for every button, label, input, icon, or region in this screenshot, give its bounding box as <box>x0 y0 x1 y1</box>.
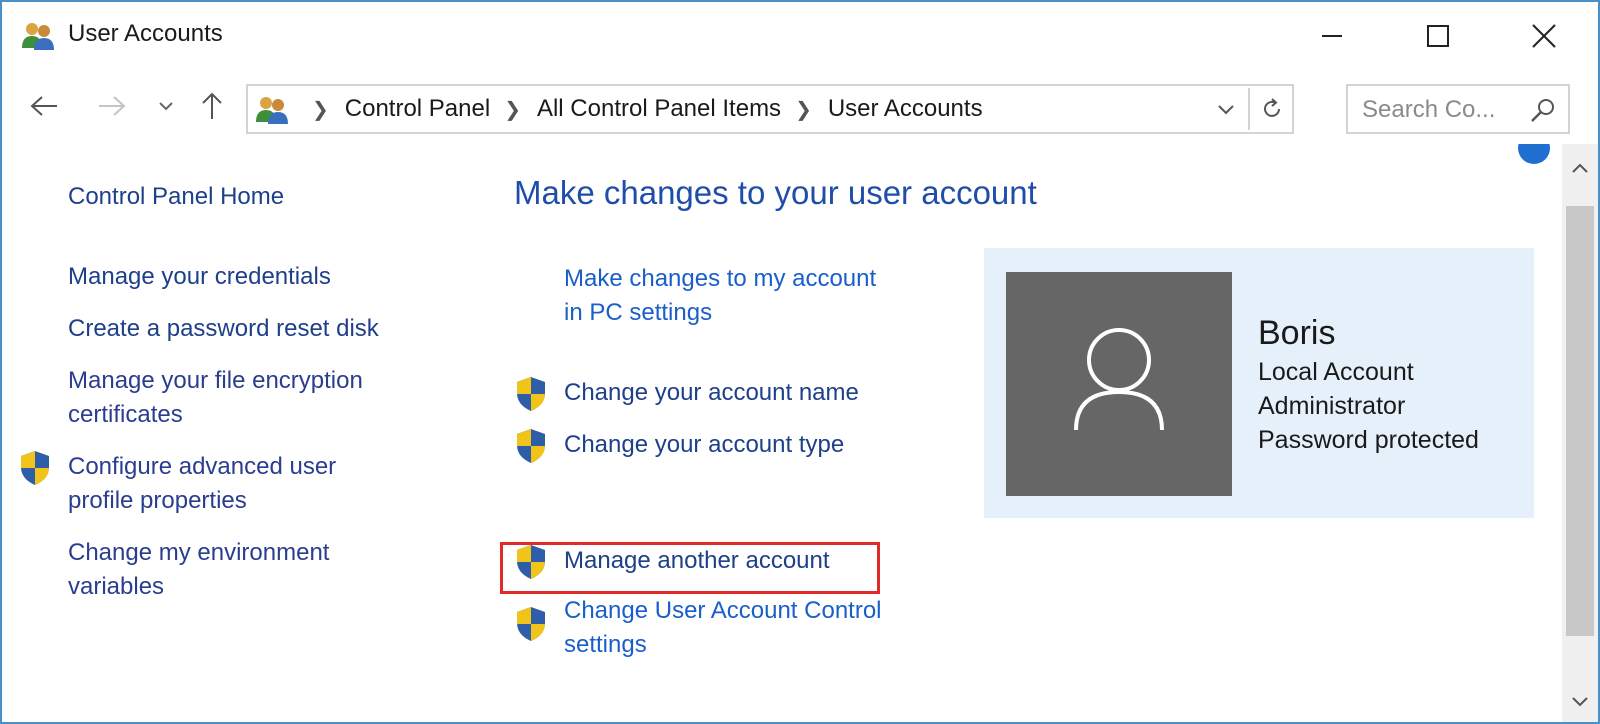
chevron-down-icon <box>1218 105 1234 115</box>
breadcrumb-all-control-panel-items[interactable]: All Control Panel Items <box>537 95 781 123</box>
refresh-icon <box>1264 98 1280 117</box>
configure-advanced-user-profile-link[interactable]: Configure advanced user profile properti… <box>68 450 336 518</box>
address-bar[interactable]: ❯ Control Panel ❯ All Control Panel Item… <box>246 84 1294 134</box>
user-accounts-icon <box>22 23 54 50</box>
scroll-down-button[interactable] <box>1562 684 1598 720</box>
maximize-button[interactable] <box>1408 12 1468 60</box>
window-title: User Accounts <box>68 20 223 47</box>
minimize-icon <box>1322 35 1342 37</box>
user-accounts-window: User Accounts ❯ Control Panel ❯ All Cont… <box>0 0 1600 724</box>
manage-file-encryption-link[interactable]: Manage your file encryption certificates <box>68 364 363 432</box>
manage-credentials-link[interactable]: Manage your credentials <box>68 260 331 294</box>
chevron-down-icon <box>159 102 173 111</box>
breadcrumb-control-panel[interactable]: Control Panel <box>345 95 490 123</box>
help-icon <box>1518 144 1550 164</box>
title-bar: User Accounts <box>2 2 1598 70</box>
link-line: Manage your file encryption <box>68 367 363 394</box>
breadcrumb: ❯ Control Panel ❯ All Control Panel Item… <box>298 86 983 132</box>
arrow-right-icon <box>99 96 126 116</box>
breadcrumb-separator-icon[interactable]: ❯ <box>312 97 329 122</box>
manage-another-account-link[interactable]: Manage another account <box>564 544 830 578</box>
user-name: Boris <box>1258 314 1336 352</box>
create-password-reset-disk-link[interactable]: Create a password reset disk <box>68 312 379 346</box>
chevron-up-icon <box>1572 163 1588 173</box>
password-status: Password protected <box>1258 426 1479 454</box>
uac-shield-icon <box>517 377 545 411</box>
link-line: Make changes to my account <box>564 265 877 292</box>
change-account-name-link[interactable]: Change your account name <box>564 376 859 410</box>
change-uac-settings-link[interactable]: Change User Account Control settings <box>564 594 882 662</box>
minimize-button[interactable] <box>1302 12 1362 60</box>
breadcrumb-user-accounts[interactable]: User Accounts <box>828 95 983 123</box>
close-icon <box>1532 24 1556 48</box>
content-area: Control Panel Home Manage your credentia… <box>2 144 1562 722</box>
search-input[interactable] <box>1360 92 1524 128</box>
avatar <box>1006 272 1232 496</box>
scroll-up-button[interactable] <box>1562 150 1598 186</box>
link-line: in PC settings <box>564 299 713 326</box>
navigation-bar: ❯ Control Panel ❯ All Control Panel Item… <box>2 72 1598 142</box>
uac-shield-icon <box>21 451 49 485</box>
chevron-down-icon <box>1572 697 1588 707</box>
link-line: variables <box>68 573 165 600</box>
search-box[interactable] <box>1346 84 1570 134</box>
page-title: Make changes to your user account <box>514 174 1037 211</box>
user-accounts-icon <box>256 97 288 124</box>
arrow-left-icon <box>30 96 57 116</box>
link-line: Change my environment <box>68 539 330 566</box>
address-dropdown-button[interactable] <box>1208 90 1244 128</box>
link-line: certificates <box>68 401 183 428</box>
uac-shield-icon <box>517 429 545 463</box>
forward-button[interactable] <box>90 86 134 126</box>
refresh-button[interactable] <box>1248 88 1294 130</box>
account-role: Administrator <box>1258 392 1406 420</box>
maximize-icon <box>1427 25 1449 47</box>
user-info-card: Boris Local Account Administrator Passwo… <box>984 248 1534 518</box>
search-icon <box>1531 99 1554 122</box>
change-account-type-link[interactable]: Change your account type <box>564 428 844 462</box>
link-line: Configure advanced user <box>68 453 337 480</box>
arrow-up-icon <box>202 92 222 119</box>
up-button[interactable] <box>192 86 232 126</box>
breadcrumb-separator-icon[interactable]: ❯ <box>504 97 521 122</box>
scrollbar-thumb[interactable] <box>1566 206 1594 636</box>
link-line: Change User Account Control <box>564 597 882 624</box>
change-environment-variables-link[interactable]: Change my environment variables <box>68 536 329 604</box>
control-panel-home-link[interactable]: Control Panel Home <box>68 180 284 214</box>
recent-locations-button[interactable] <box>152 86 180 126</box>
account-type: Local Account <box>1258 358 1414 386</box>
close-button[interactable] <box>1514 12 1574 60</box>
help-button[interactable] <box>1516 144 1552 166</box>
vertical-scrollbar[interactable] <box>1562 144 1598 722</box>
make-changes-pc-settings-link[interactable]: Make changes to my account in PC setting… <box>564 262 876 330</box>
breadcrumb-separator-icon[interactable]: ❯ <box>795 97 812 122</box>
back-button[interactable] <box>22 86 66 126</box>
link-line: settings <box>564 631 647 658</box>
uac-shield-icon <box>517 607 545 641</box>
user-icon <box>1074 328 1164 431</box>
uac-shield-icon <box>517 545 545 579</box>
link-line: profile properties <box>68 487 247 514</box>
